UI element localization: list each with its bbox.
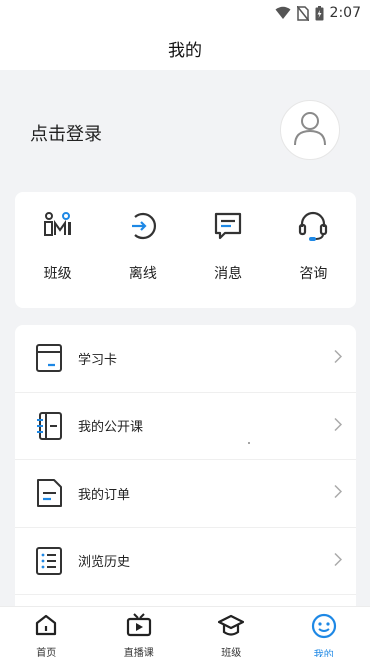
order-icon (34, 478, 64, 508)
no-sim-icon (296, 5, 309, 21)
status-bar: 2:07 (0, 0, 370, 26)
public-course-icon (34, 411, 64, 441)
graduation-cap-icon (218, 613, 245, 641)
header: 我的 (0, 26, 370, 70)
shortcut-label: 班级 (43, 266, 72, 282)
battery-charging-icon (315, 5, 324, 21)
wifi-icon (275, 6, 291, 20)
page-title: 我的 (168, 40, 202, 61)
tab-label: 班级 (221, 648, 242, 657)
shortcut-label: 离线 (128, 266, 157, 282)
chevron-right-icon (334, 484, 343, 503)
menu-item-study-card[interactable]: 学习卡 (15, 325, 356, 393)
bottom-tab-bar: 首页 直播课 班级 我的 (0, 606, 370, 657)
login-link[interactable]: 点击登录 (30, 120, 102, 146)
clock-time: 2:07 (329, 5, 361, 21)
tab-label: 我的 (313, 650, 334, 657)
avatar[interactable] (280, 100, 340, 160)
menu-item-label: 学习卡 (78, 352, 118, 368)
menu-item-history[interactable]: 浏览历史 (15, 528, 356, 595)
headset-icon (296, 209, 330, 243)
class-icon (41, 209, 75, 243)
home-icon (34, 613, 58, 641)
history-icon (34, 546, 64, 576)
profile-icon (311, 613, 337, 643)
menu-list: 学习卡 我的公开课 我的订单 浏览历史 (15, 325, 356, 615)
shortcut-label: 咨询 (299, 266, 328, 282)
menu-item-label: 我的公开课 (78, 420, 144, 436)
menu-item-label: 我的订单 (78, 487, 131, 503)
profile-section[interactable]: 点击登录 (0, 70, 370, 190)
shortcut-label: 消息 (214, 266, 243, 282)
study-card-icon (34, 343, 64, 373)
decorative-dot (248, 442, 250, 444)
shortcut-consult[interactable]: 咨询 (271, 192, 356, 308)
tab-home[interactable]: 首页 (0, 607, 93, 657)
shortcut-grid: 班级 离线 消息 咨询 (15, 192, 356, 308)
shortcut-message[interactable]: 消息 (186, 192, 271, 308)
chevron-right-icon (334, 416, 343, 435)
chevron-right-icon (334, 349, 343, 368)
user-icon (293, 110, 327, 150)
shortcut-class[interactable]: 班级 (15, 192, 100, 308)
live-tv-icon (126, 613, 152, 641)
shortcut-offline[interactable]: 离线 (100, 192, 185, 308)
tab-label: 首页 (36, 648, 57, 657)
tab-mine[interactable]: 我的 (278, 607, 370, 657)
menu-item-label: 浏览历史 (78, 555, 131, 571)
menu-item-orders[interactable]: 我的订单 (15, 460, 356, 528)
tab-live[interactable]: 直播课 (93, 607, 186, 657)
menu-item-public-course[interactable]: 我的公开课 (15, 393, 356, 460)
offline-download-icon (126, 209, 160, 243)
chevron-right-icon (334, 551, 343, 570)
tab-class[interactable]: 班级 (185, 607, 278, 657)
message-icon (211, 209, 245, 243)
tab-label: 直播课 (123, 648, 154, 657)
